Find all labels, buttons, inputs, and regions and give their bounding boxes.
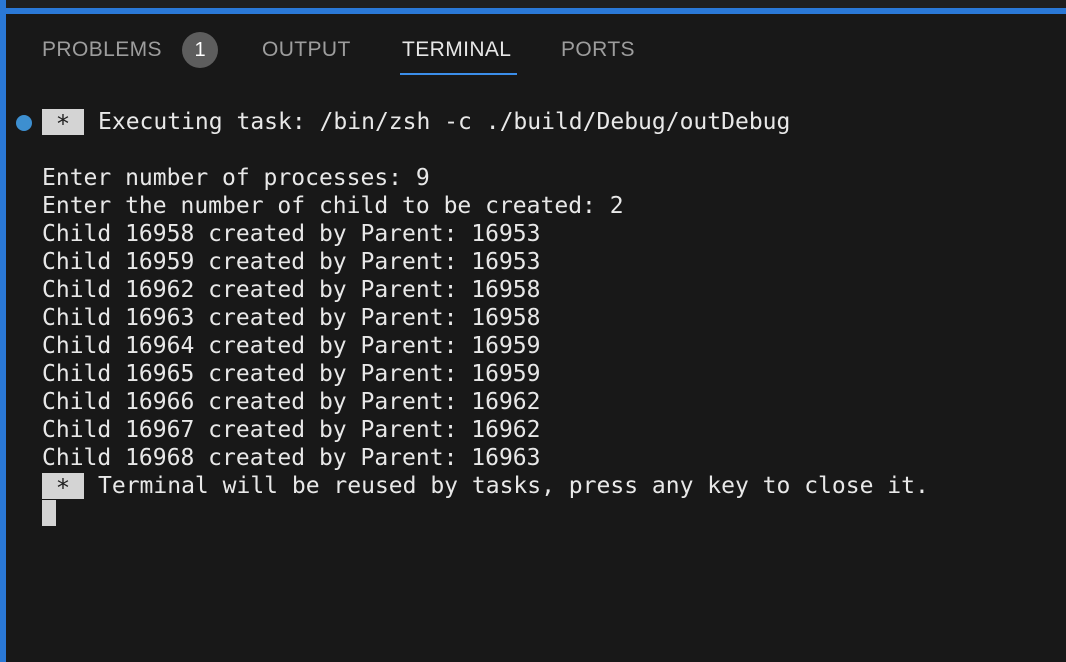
- terminal-cursor: [42, 500, 56, 526]
- terminal-line: Child 16963 created by Parent: 16958: [42, 305, 541, 331]
- problems-count-badge: 1: [182, 32, 218, 68]
- tab-ports[interactable]: PORTS: [561, 38, 635, 62]
- terminal-line: Child 16967 created by Parent: 16962: [42, 417, 541, 443]
- terminal-line: Child 16962 created by Parent: 16958: [42, 277, 541, 303]
- terminal-line: Enter the number of child to be created:…: [42, 193, 624, 219]
- terminal-line: Child 16968 created by Parent: 16963: [42, 445, 541, 471]
- task-end-message: Terminal will be reused by tasks, press …: [98, 473, 929, 499]
- task-command-line: Executing task: /bin/zsh -c ./build/Debu…: [98, 109, 791, 135]
- editor-edge: [6, 0, 1066, 8]
- terminal-panel: PROBLEMS 1 OUTPUT TERMINAL PORTS * Execu…: [0, 0, 1066, 662]
- terminal-line: Enter number of processes: 9: [42, 165, 430, 191]
- terminal-line: Child 16958 created by Parent: 16953: [42, 221, 541, 247]
- panel-tab-bar: PROBLEMS 1 OUTPUT TERMINAL PORTS: [6, 14, 1066, 76]
- task-end-marker-icon: *: [42, 473, 84, 502]
- terminal-line: Child 16959 created by Parent: 16953: [42, 249, 541, 275]
- active-tab-indicator: [400, 73, 517, 75]
- terminal-line: Child 16966 created by Parent: 16962: [42, 389, 541, 415]
- task-status-dot-icon: [16, 115, 32, 131]
- terminal-line: Child 16964 created by Parent: 16959: [42, 333, 541, 359]
- terminal-output[interactable]: * Executing task: /bin/zsh -c ./build/De…: [6, 76, 1066, 662]
- tab-problems[interactable]: PROBLEMS: [42, 38, 162, 62]
- tab-terminal[interactable]: TERMINAL: [402, 38, 511, 62]
- task-marker-icon: *: [42, 109, 84, 138]
- terminal-line: Child 16965 created by Parent: 16959: [42, 361, 541, 387]
- tab-output[interactable]: OUTPUT: [262, 38, 351, 62]
